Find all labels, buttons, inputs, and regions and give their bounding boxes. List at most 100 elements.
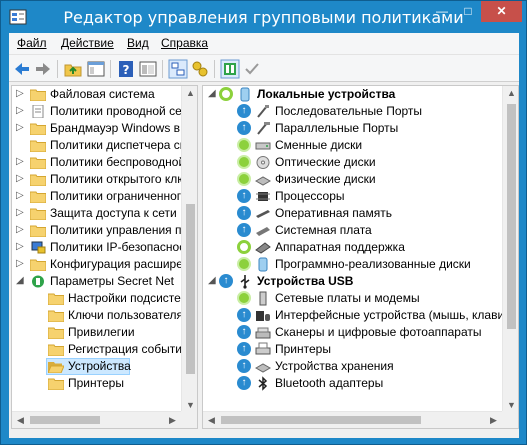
device-item[interactable]: Сменные диски: [203, 137, 502, 154]
tree-item-label: Привилегии: [68, 325, 135, 339]
tree-item[interactable]: Ключи пользователя: [12, 307, 183, 324]
device-item[interactable]: ↑ Устройства хранения: [203, 358, 502, 375]
tree-item[interactable]: Привилегии: [12, 324, 181, 341]
device-item[interactable]: Аппаратная поддержка: [203, 239, 502, 256]
left-horizontal-scrollbar[interactable]: ◀ ▶: [12, 411, 181, 428]
scroll-up-arrow-icon[interactable]: ▲: [503, 88, 518, 98]
tree-item-selected[interactable]: Устройства: [46, 358, 131, 375]
menu-file[interactable]: Файл: [17, 36, 47, 50]
scroll-thumb[interactable]: [30, 416, 100, 424]
device-item[interactable]: ↑ Принтеры: [203, 341, 502, 358]
scroll-thumb[interactable]: [186, 204, 195, 374]
checkmark-icon[interactable]: [242, 59, 262, 79]
removable-disk-icon: [255, 142, 271, 150]
close-button[interactable]: ✕: [481, 1, 522, 22]
tree-item-label: Параметры Secret Net: [50, 274, 174, 288]
printer-icon: [255, 342, 271, 355]
device-item[interactable]: ↑ Сканеры и цифровые фотоаппараты: [203, 324, 502, 341]
maximize-button[interactable]: □: [455, 1, 481, 22]
right-tree-pane[interactable]: ◢ Локальные устройства ↑ Последовательны…: [202, 85, 519, 429]
device-item[interactable]: Сетевые платы и модемы: [203, 290, 502, 307]
tree-item[interactable]: Настройки подсистем: [12, 290, 189, 307]
device-item[interactable]: Физические диски: [203, 171, 502, 188]
tree-item[interactable]: Политики диспетчера списков сетей: [12, 137, 197, 154]
device-item[interactable]: ↑ Системная плата: [203, 222, 502, 239]
properties-icon[interactable]: [138, 59, 158, 79]
tree-item[interactable]: ▷ Политики открытого ключа: [12, 171, 197, 188]
policy-tree-icon[interactable]: [168, 59, 188, 79]
view-toggle-icon[interactable]: [220, 59, 240, 79]
right-horizontal-scrollbar[interactable]: ◀ ▶: [203, 411, 502, 428]
tree-item[interactable]: ▷ Брандмауэр Windows в режиме повышенной…: [12, 120, 197, 137]
tree-item[interactable]: Принтеры: [12, 375, 181, 392]
scroll-right-arrow-icon[interactable]: ▶: [485, 415, 502, 426]
show-hide-tree-icon[interactable]: [86, 59, 106, 79]
expand-arrow-icon[interactable]: ▷: [16, 190, 26, 202]
back-arrow-icon[interactable]: [12, 59, 32, 79]
device-label: Устройства USB: [257, 274, 354, 288]
key-filter-icon[interactable]: [190, 59, 210, 79]
tree-item[interactable]: ▷ Политики управления приложениями: [12, 222, 197, 239]
collapse-arrow-icon[interactable]: ◢: [208, 88, 218, 100]
scroll-thumb[interactable]: [221, 416, 421, 424]
tree-item[interactable]: Регистрация событий: [12, 341, 189, 358]
scroll-left-arrow-icon[interactable]: ◀: [203, 415, 220, 426]
local-devices-icon: [240, 87, 250, 102]
menu-bar: Файл Действие Вид Справка: [9, 33, 519, 54]
status-allow-icon: [237, 155, 251, 169]
collapse-arrow-icon[interactable]: ◢: [16, 275, 26, 287]
device-item[interactable]: ↑ Последовательные Порты: [203, 103, 502, 120]
device-item[interactable]: Оптические диски: [203, 154, 502, 171]
expand-arrow-icon[interactable]: ▷: [16, 173, 26, 185]
expand-arrow-icon[interactable]: ▷: [16, 258, 26, 270]
device-label: Оперативная память: [275, 206, 392, 220]
tree-item[interactable]: ▷ Защита доступа к сети: [12, 205, 181, 222]
menu-action[interactable]: Действие: [61, 36, 114, 50]
secret-net-icon: [32, 275, 44, 288]
bluetooth-icon: [258, 376, 268, 391]
left-vertical-scrollbar[interactable]: ▲ ▼: [181, 86, 197, 413]
expand-arrow-icon[interactable]: ▷: [16, 88, 26, 100]
expand-arrow-icon[interactable]: ▷: [16, 224, 26, 236]
left-tree-pane[interactable]: ▷ Файловая система ▷ Политики проводной …: [11, 85, 198, 429]
tree-item[interactable]: ◢ Параметры Secret Net: [12, 273, 181, 290]
scroll-up-arrow-icon[interactable]: ▲: [182, 88, 197, 98]
scroll-down-arrow-icon[interactable]: ▼: [503, 400, 518, 410]
tree-item[interactable]: ▷ Политики проводной сети: [12, 103, 194, 120]
expand-arrow-icon[interactable]: ▷: [16, 105, 26, 117]
tree-item[interactable]: ▷ Политики IP-безопасности: [12, 239, 197, 256]
scroll-thumb[interactable]: [507, 104, 516, 329]
tree-item[interactable]: ▷ Политики беспроводной сети: [12, 154, 197, 171]
status-inherit-icon: ↑: [237, 121, 251, 135]
scroll-left-arrow-icon[interactable]: ◀: [12, 415, 29, 426]
tree-item[interactable]: ▷ Файловая система: [12, 86, 181, 103]
expand-arrow-icon[interactable]: ▷: [16, 156, 26, 168]
device-item[interactable]: ↑ Оперативная память: [203, 205, 502, 222]
device-item[interactable]: ↑ Bluetooth адаптеры: [203, 375, 502, 392]
collapse-arrow-icon[interactable]: ◢: [208, 275, 218, 287]
forward-arrow-icon[interactable]: [33, 59, 53, 79]
scroll-down-arrow-icon[interactable]: ▼: [182, 400, 197, 410]
tree-item-label: Защита доступа к сети: [50, 206, 177, 220]
device-group-header[interactable]: ◢ Локальные устройства: [203, 86, 502, 103]
expand-arrow-icon[interactable]: ▷: [16, 207, 26, 219]
tree-item[interactable]: ▷ Политики ограниченного использования п…: [12, 188, 197, 205]
help-icon[interactable]: ?: [116, 59, 136, 79]
device-item[interactable]: ↑ Интерфейсные устройства (мышь, клавиат…: [203, 307, 518, 324]
right-vertical-scrollbar[interactable]: ▲ ▼: [502, 86, 518, 413]
device-item[interactable]: ↑ Процессоры: [203, 188, 502, 205]
expand-arrow-icon[interactable]: ▷: [16, 241, 26, 253]
expand-arrow-icon[interactable]: ▷: [16, 122, 26, 134]
tree-item[interactable]: ▷ Конфигурация расширенной политики ауди…: [12, 256, 197, 273]
title-bar[interactable]: Редактор управления групповыми политикам…: [1, 1, 526, 33]
device-group-header[interactable]: ◢ ↑ Устройства USB: [203, 273, 502, 290]
scroll-right-arrow-icon[interactable]: ▶: [164, 415, 181, 426]
menu-view[interactable]: Вид: [127, 36, 149, 50]
device-item[interactable]: ↑ Параллельные Порты: [203, 120, 502, 137]
tree-item-label: Настройки подсистем: [68, 291, 190, 305]
open-folder-icon: [48, 362, 64, 373]
minimize-button[interactable]: —: [429, 1, 455, 22]
device-item[interactable]: Программно-реализованные диски: [203, 256, 502, 273]
menu-help[interactable]: Справка: [161, 36, 208, 50]
up-folder-icon[interactable]: [63, 59, 83, 79]
